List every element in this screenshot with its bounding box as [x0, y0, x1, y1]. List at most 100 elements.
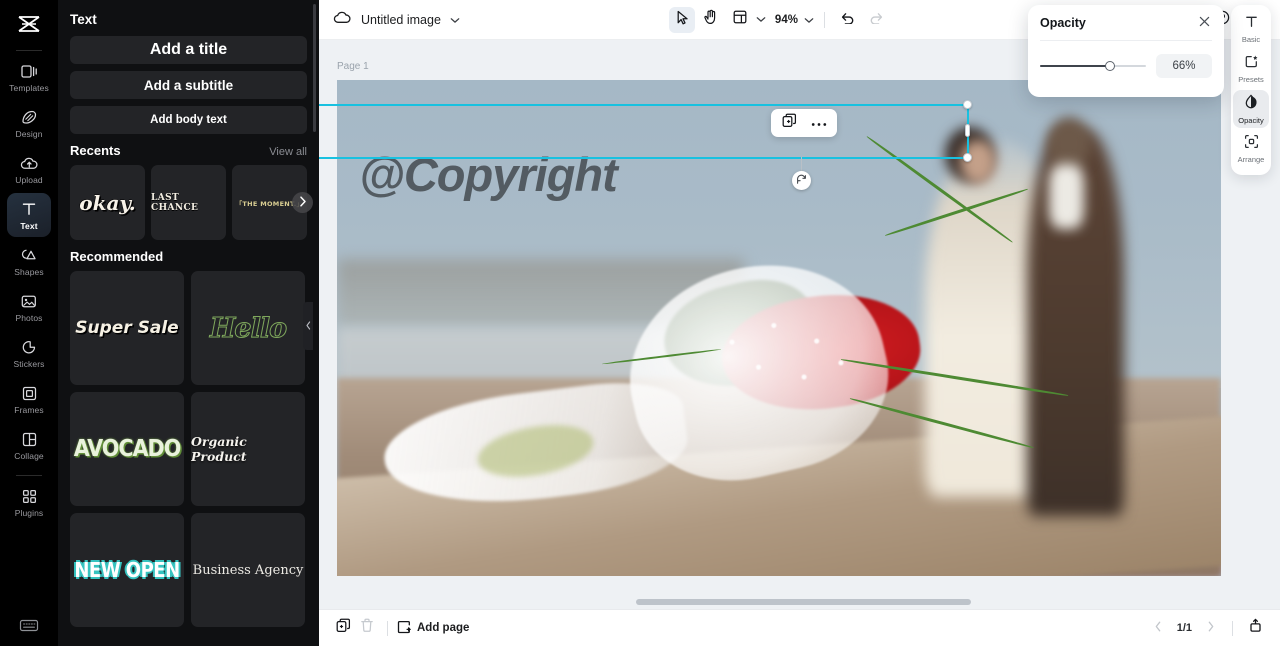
more-options-button[interactable]: [809, 113, 829, 133]
dock-item-label: Opacity: [1238, 115, 1264, 125]
recommended-item[interactable]: NEW OPEN: [70, 513, 184, 627]
add-a-title-button[interactable]: Add a title: [70, 36, 307, 64]
panel-collapse-handle[interactable]: [303, 302, 313, 350]
dock-item-arrange[interactable]: Arrange: [1233, 130, 1269, 168]
page-indicator: 1/1: [1176, 622, 1192, 634]
templates-icon: [20, 62, 38, 81]
document-title[interactable]: Untitled image: [361, 13, 441, 27]
collage-icon: [22, 430, 37, 449]
hand-icon: [704, 9, 718, 30]
recommended-item[interactable]: Organic Product: [191, 392, 305, 506]
object-context-toolbar: [771, 109, 837, 137]
cloud-sync-icon[interactable]: [333, 10, 352, 30]
presets-icon: [1244, 54, 1259, 74]
recommended-item-label: NEW OPEN: [74, 558, 180, 582]
capcut-logo-icon[interactable]: [0, 4, 58, 44]
recommended-item[interactable]: Hello: [191, 271, 305, 385]
sidebar-item-label: Frames: [14, 404, 44, 415]
duplicate-page-icon: [336, 618, 351, 638]
resize-handle-bottom-right[interactable]: [963, 153, 972, 162]
duplicate-page-button[interactable]: [332, 617, 355, 640]
opacity-panel-close-button[interactable]: [1196, 15, 1212, 31]
shapes-icon: [20, 246, 38, 265]
previous-page-button[interactable]: [1148, 618, 1168, 638]
add-page-button[interactable]: Add page: [397, 620, 469, 637]
undo-button[interactable]: [835, 7, 861, 33]
text-object-copyright[interactable]: @Copyright: [337, 143, 650, 205]
artboard[interactable]: @Copyright: [337, 80, 1221, 576]
opacity-slider-knob[interactable]: [1104, 61, 1115, 71]
keyboard-shortcuts-button[interactable]: [0, 618, 58, 638]
panel-scrollbar[interactable]: [313, 4, 316, 132]
chevron-left-icon: [305, 317, 311, 335]
chevron-down-icon[interactable]: [450, 11, 460, 29]
chevron-left-icon: [1154, 619, 1162, 637]
plugins-icon: [22, 487, 37, 506]
sidebar-item-photos[interactable]: Photos: [7, 285, 51, 329]
sidebar-item-label: Plugins: [14, 507, 44, 518]
add-page-label: Add page: [417, 622, 470, 634]
next-page-button[interactable]: [1201, 618, 1221, 638]
sidebar-item-text[interactable]: Text: [7, 193, 51, 237]
recents-view-all-link[interactable]: View all: [269, 146, 307, 158]
delete-page-button[interactable]: [355, 617, 378, 640]
recommended-header: Recommended: [70, 249, 307, 264]
selection-edge-bottom: [319, 157, 969, 159]
opacity-slider-track[interactable]: [1040, 61, 1146, 71]
recents-item[interactable]: LAST CHANCE: [151, 165, 226, 240]
text-panel: Text Add a title Add a subtitle Add body…: [58, 0, 319, 646]
redo-button[interactable]: [864, 7, 890, 33]
chevron-down-icon: [804, 11, 814, 29]
cursor-arrow-icon: [675, 10, 689, 30]
sidebar-item-stickers[interactable]: Stickers: [7, 331, 51, 375]
recommended-item-label: AVOCADO: [73, 436, 182, 462]
resize-handle-middle-right[interactable]: [965, 124, 970, 137]
recommended-item-label: Super Sale: [75, 318, 179, 338]
sidebar-item-collage[interactable]: Collage: [7, 423, 51, 467]
recommended-item[interactable]: AVOCADO: [70, 392, 184, 506]
recommended-item[interactable]: Super Sale: [70, 271, 184, 385]
dock-item-presets[interactable]: Presets: [1233, 50, 1269, 88]
sidebar-item-label: Photos: [15, 312, 43, 323]
duplicate-button[interactable]: [779, 113, 799, 133]
sidebar-item-upload[interactable]: Upload: [7, 147, 51, 191]
text-object-content: @Copyright: [359, 147, 618, 201]
canvas-horizontal-scrollbar[interactable]: [636, 599, 971, 605]
download-button[interactable]: [1244, 617, 1267, 640]
layout-tool-button[interactable]: [727, 7, 753, 33]
stickers-icon: [21, 338, 37, 357]
dock-item-opacity[interactable]: Opacity: [1233, 90, 1269, 128]
sidebar-item-shapes[interactable]: Shapes: [7, 239, 51, 283]
text-icon: [21, 200, 37, 219]
app-root: Templates Design Upload Text Shapes Phot…: [0, 0, 1280, 646]
sidebar-item-frames[interactable]: Frames: [7, 377, 51, 421]
sidebar-item-templates[interactable]: Templates: [7, 55, 51, 99]
rail-divider-2: [16, 475, 42, 476]
sidebar-item-plugins[interactable]: Plugins: [7, 480, 51, 524]
photos-icon: [21, 292, 37, 311]
rotate-handle[interactable]: [792, 171, 811, 190]
canvas-area[interactable]: Page 1 @Copyright: [319, 40, 1280, 609]
bouquet: [372, 240, 955, 547]
hand-tool-button[interactable]: [698, 7, 724, 33]
add-body-text-button[interactable]: Add body text: [70, 106, 307, 134]
layout-caret-icon[interactable]: [756, 16, 766, 23]
resize-handle-top-right[interactable]: [963, 100, 972, 109]
add-a-subtitle-button[interactable]: Add a subtitle: [70, 71, 307, 99]
opacity-panel-title: Opacity: [1040, 16, 1086, 30]
recents-carousel: okay. LAST CHANCE 「THE MOMENT.」: [70, 165, 313, 240]
sidebar-item-design[interactable]: Design: [7, 101, 51, 145]
recents-item-label: okay.: [79, 190, 136, 215]
recents-next-button[interactable]: [292, 192, 313, 213]
zoom-control[interactable]: 94%: [775, 11, 814, 29]
select-tool-button[interactable]: [668, 6, 695, 33]
dock-item-basic[interactable]: Basic: [1233, 10, 1269, 48]
add-page-icon: [397, 620, 411, 637]
redo-icon: [869, 11, 884, 29]
recommended-item[interactable]: Business Agency: [191, 513, 305, 627]
close-x-icon: [1199, 14, 1210, 32]
layout-grid-icon: [733, 10, 747, 29]
recents-item[interactable]: okay.: [70, 165, 145, 240]
recents-heading: Recents: [70, 143, 121, 158]
opacity-value-field[interactable]: 66%: [1156, 54, 1212, 78]
